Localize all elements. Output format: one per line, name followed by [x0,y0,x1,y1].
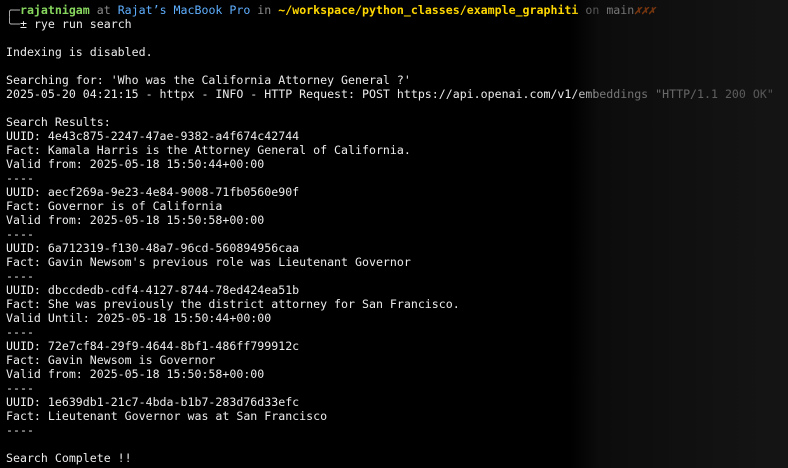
prompt-user: rajatnigam [19,3,90,17]
search-query: Searching for: 'Who was the California A… [6,73,411,87]
result-uuid: UUID: 1e639db1-21c7-4bda-b1b7-283d76d33e… [6,395,300,409]
terminal-window[interactable]: ╭─rajatnigam at Rajat’s MacBook Pro in ~… [0,0,788,468]
prompt-in: in [250,3,279,17]
result-validity: Valid from: 2025-05-18 15:50:58+00:00 [6,213,265,227]
prompt-symbol: ± [19,17,34,31]
result-uuid: UUID: 4e43c875-2247-47ae-9382-a4f674c427… [6,129,300,143]
result-fact: Fact: Kamala Harris is the Attorney Gene… [6,143,411,157]
result-block: UUID: 72e7cf84-29f9-4644-8bf1-486ff79991… [6,339,782,395]
result-uuid: UUID: 6a712319-f130-48a7-96cd-560894956c… [6,241,300,255]
http-log: 2025-05-20 04:21:15 - httpx - INFO - HTT… [6,87,774,101]
result-block: UUID: dbccdedb-cdf4-4127-8744-78ed424ea5… [6,283,782,339]
command-line[interactable]: ╰─± rye run search [6,17,782,31]
prompt-dirty-marker: ✗✗✗ [634,3,656,17]
prompt-branch: main [606,3,635,17]
result-separator: ---- [6,171,34,185]
result-block: UUID: 4e43c875-2247-47ae-9382-a4f674c427… [6,129,782,185]
result-fact: Fact: Governor is of California [6,199,223,213]
result-validity: Valid from: 2025-05-18 15:50:44+00:00 [6,157,265,171]
result-fact: Fact: She was previously the district at… [6,297,460,311]
indexing-status: Indexing is disabled. [6,45,153,59]
result-validity: Valid from: 2025-05-18 15:50:58+00:00 [6,367,265,381]
prompt-path: ~/workspace/python_classes/example_graph… [278,3,579,17]
prompt-corner-top: ╭─ [6,3,20,17]
result-fact: Fact: Lieutenant Governor was at San Fra… [6,409,328,423]
search-complete: Search Complete !! [6,451,132,465]
prompt-host: Rajat’s MacBook Pro [117,3,251,17]
result-validity: Valid Until: 2025-05-18 15:50:44+00:00 [6,311,272,325]
result-separator: ---- [6,227,34,241]
result-block: UUID: 1e639db1-21c7-4bda-b1b7-283d76d33e… [6,395,782,437]
result-separator: ---- [6,325,34,339]
result-block: UUID: 6a712319-f130-48a7-96cd-560894956c… [6,241,782,283]
prompt-corner-bottom: ╰─ [6,17,20,31]
result-separator: ---- [6,381,34,395]
result-fact: Fact: Gavin Newsom is Governor [6,353,216,367]
result-block: UUID: aecf269a-9e23-4e84-9008-71fb0560e9… [6,185,782,241]
prompt-at: at [89,3,118,17]
prompt-line: ╭─rajatnigam at Rajat’s MacBook Pro in ~… [6,3,782,17]
result-separator: ---- [6,269,34,283]
prompt-on: on [578,3,607,17]
result-uuid: UUID: dbccdedb-cdf4-4127-8744-78ed424ea5… [6,283,300,297]
result-fact: Fact: Gavin Newsom's previous role was L… [6,255,411,269]
result-separator: ---- [6,423,34,437]
result-uuid: UUID: 72e7cf84-29f9-4644-8bf1-486ff79991… [6,339,300,353]
command-text: rye run search [33,17,132,31]
result-uuid: UUID: aecf269a-9e23-4e84-9008-71fb0560e9… [6,185,300,199]
results-header: Search Results: [6,115,111,129]
